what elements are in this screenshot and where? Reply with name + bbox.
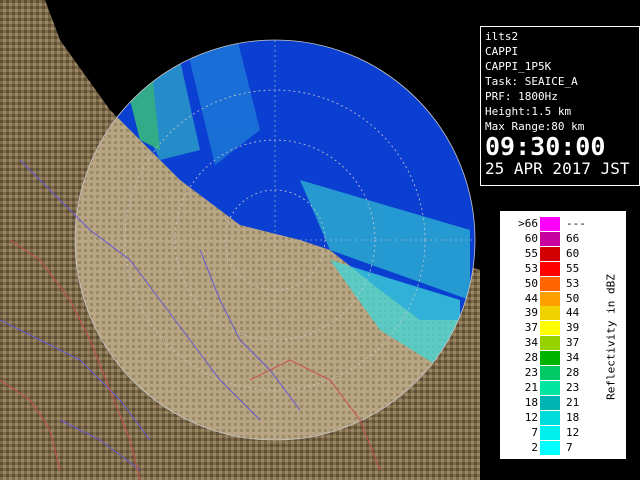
legend-low-value: 39 (524, 306, 538, 320)
legend-low-value: 53 (524, 261, 538, 275)
legend-high-value: 37 (566, 336, 580, 350)
legend-high-value: 21 (566, 395, 580, 409)
legend-high-value: 12 (566, 425, 580, 439)
legend-swatch (540, 425, 560, 440)
legend-high-value: 66 (566, 231, 580, 245)
legend-row: 44 50 (500, 291, 600, 306)
legend-swatch (540, 306, 560, 321)
legend-high-value: 28 (566, 366, 580, 379)
legend-high-value: 50 (566, 291, 580, 305)
legend-high-value: 39 (566, 321, 580, 335)
info-panel: ilts2 CAPPI CAPPI_1P5K Task: SEAICE_A PR… (480, 26, 640, 186)
legend-high-value: 60 (566, 246, 580, 260)
reflectivity-legend: >66 --- 60 66 55 60 53 55 50 53 44 50 39 44 37 39 34 37 28… (499, 210, 627, 460)
radar-map (0, 0, 480, 480)
legend-low-value: 2 (531, 440, 538, 454)
legend-low-value: 60 (524, 231, 538, 245)
legend-low-value: 34 (524, 336, 538, 350)
legend-high-value: 44 (566, 306, 580, 320)
legend-swatch (540, 321, 560, 336)
legend-low-value: 21 (524, 380, 538, 394)
legend-row: 12 18 (500, 410, 600, 425)
legend-swatch (540, 261, 560, 276)
legend-swatch (540, 231, 560, 246)
legend-high-value: 53 (566, 276, 580, 290)
legend-row: 39 44 (500, 306, 600, 321)
legend-title-text: Reflectivity in dBZ (604, 274, 618, 400)
legend-high-value: 23 (566, 380, 580, 394)
legend-row: 18 21 (500, 395, 600, 410)
legend-swatch (540, 410, 560, 425)
legend-high-value: 55 (566, 261, 580, 275)
legend-row: 50 53 (500, 276, 600, 291)
legend-row: 28 34 (500, 351, 600, 366)
product-code: CAPPI_1P5K (485, 60, 552, 73)
product-name: CAPPI (485, 45, 519, 58)
legend-swatch (540, 246, 560, 261)
legend-title: Reflectivity in dBZ (601, 267, 621, 407)
legend-low-value: 28 (524, 351, 538, 365)
legend-row: 60 66 (500, 231, 600, 246)
legend-swatch (540, 380, 560, 395)
legend-swatch (540, 276, 560, 291)
time-display: 09:30:00 (485, 132, 606, 161)
legend-row: 23 28 (500, 366, 600, 380)
legend-row: 27 (500, 440, 600, 455)
legend-low-value: 12 (524, 410, 538, 424)
legend-row: 7 12 (500, 425, 600, 440)
legend-swatch (540, 440, 560, 455)
legend-low-value: 55 (524, 246, 538, 260)
legend-low-value: 50 (524, 276, 538, 290)
task-label: Task: SEAICE_A (485, 75, 578, 88)
legend-high-value: 7 (566, 440, 573, 454)
legend-row: 55 60 (500, 246, 600, 261)
legend-low-value: 37 (524, 321, 538, 335)
legend-low-value: 44 (524, 291, 538, 305)
legend-swatch (540, 336, 560, 351)
station-name: ilts2 (485, 30, 519, 43)
legend-row: 34 37 (500, 336, 600, 351)
legend-low-value: 18 (524, 395, 538, 409)
legend-high-value: --- (566, 217, 586, 230)
legend-high-value: 18 (566, 410, 580, 424)
legend-row: 53 55 (500, 261, 600, 276)
height-label: Height:1.5 km (485, 105, 572, 118)
legend-low-value: 7 (531, 425, 538, 439)
legend-row: 21 23 (500, 380, 600, 395)
legend-row: >66 --- (500, 217, 600, 231)
legend-swatch (540, 395, 560, 410)
legend-swatch (540, 366, 560, 380)
legend-low-value: 23 (524, 366, 538, 379)
legend-swatch (540, 351, 560, 366)
legend-swatch (540, 291, 560, 306)
legend-high-value: 34 (566, 351, 580, 365)
prf-label: PRF: 1800Hz (485, 90, 558, 103)
legend-swatch (540, 217, 560, 231)
legend-low-value: >66 (518, 217, 538, 230)
date-display: 25 APR 2017 JST (485, 159, 630, 178)
legend-row: 37 39 (500, 321, 600, 336)
